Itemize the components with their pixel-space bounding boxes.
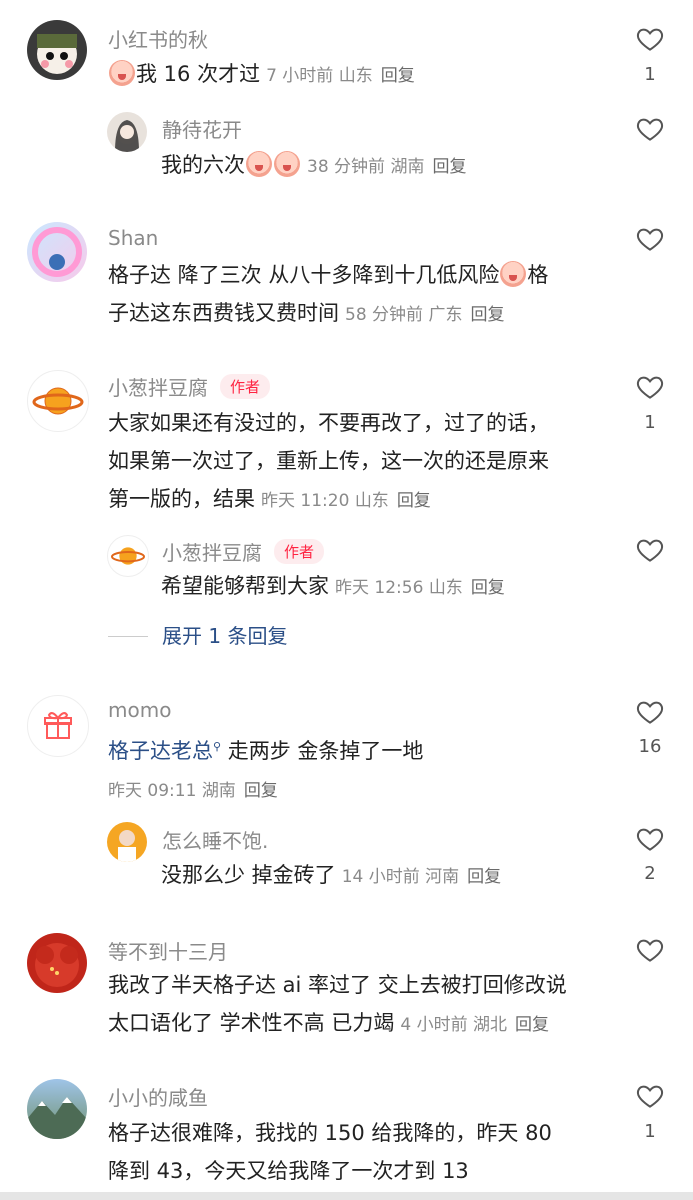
comment-text: 我改了半天格子达 ai 率过了 交上去被打回修改说 太口语化了 学术性不高 已力… <box>108 973 567 1035</box>
planet-icon <box>111 547 145 565</box>
username[interactable]: 等不到十三月 <box>108 936 228 965</box>
username[interactable]: Shan <box>108 226 158 250</box>
comment-meta: 4 小时前 湖北 回复 <box>400 1015 549 1035</box>
avatar[interactable] <box>27 933 87 993</box>
divider <box>108 636 148 637</box>
like-button[interactable] <box>634 697 666 731</box>
like-button[interactable] <box>634 224 666 258</box>
comment-meta: 昨天 12:56 山东 回复 <box>335 578 505 598</box>
reply-link[interactable]: 回复 <box>467 867 501 887</box>
reply-link[interactable]: 回复 <box>244 781 278 801</box>
reply-link[interactable]: 回复 <box>470 305 504 325</box>
username[interactable]: 静待花开 <box>162 114 242 143</box>
comment-text: 格子达老总⚲ 走两步 金条掉了一地 昨天 09:11 湖南 回复 <box>108 739 424 801</box>
crying-face-emoji-icon <box>109 60 135 86</box>
search-icon: ⚲ <box>213 740 222 753</box>
avatar[interactable] <box>27 20 87 80</box>
reply-link[interactable]: 回复 <box>381 66 415 86</box>
username[interactable]: 小葱拌豆腐 作者 <box>162 537 325 566</box>
mention-link[interactable]: 格子达老总⚲ <box>108 739 221 763</box>
avatar[interactable] <box>27 370 89 432</box>
comment-text: 格子达 降了三次 从八十多降到十几低风险格 子达这东西费钱又费时间 58 分钟前 … <box>108 261 549 325</box>
bottom-bar <box>0 1192 693 1200</box>
comment-meta: 昨天 09:11 湖南 回复 <box>108 781 278 801</box>
reply-link[interactable]: 回复 <box>397 491 431 511</box>
username[interactable]: 小小的咸鱼 <box>108 1082 208 1111</box>
comment-meta: 58 分钟前 广东 回复 <box>345 305 505 325</box>
heart-outline-icon <box>636 939 664 962</box>
expand-replies-link[interactable]: 展开 1 条回复 <box>108 620 287 649</box>
heart-outline-icon <box>636 701 664 724</box>
username[interactable]: momo <box>108 698 171 722</box>
comment-text: 我的六次 38 分钟前 湖南 回复 <box>161 151 467 177</box>
comment-meta: 14 小时前 河南 回复 <box>341 867 502 887</box>
like-button[interactable] <box>634 824 666 858</box>
like-count: 2 <box>644 863 656 884</box>
like-button[interactable] <box>634 935 666 969</box>
comment-meta: 38 分钟前 湖南 回复 <box>307 157 467 177</box>
username[interactable]: 小葱拌豆腐 作者 <box>108 372 271 401</box>
reply-link[interactable]: 回复 <box>432 157 466 177</box>
comment-meta: 7 小时前 山东 回复 <box>266 66 415 86</box>
like-count: 1 <box>644 412 656 433</box>
reply-link[interactable]: 回复 <box>471 578 505 598</box>
heart-outline-icon <box>636 1085 664 1108</box>
heart-outline-icon <box>636 539 664 562</box>
author-badge: 作者 <box>274 539 325 564</box>
author-badge: 作者 <box>220 374 271 399</box>
comment-text: 大家如果还有没过的，不要再改了，过了的话， 如果第一次过了，重新上传，这一次的还… <box>108 411 549 511</box>
comment-meta: 昨天 11:20 山东 回复 <box>261 491 431 511</box>
comment-text: 希望能够帮到大家 昨天 12:56 山东 回复 <box>161 574 505 598</box>
comment-text: 没那么少 掉金砖了 14 小时前 河南 回复 <box>161 863 502 887</box>
username[interactable]: 小红书的秋 <box>108 24 208 53</box>
avatar[interactable] <box>107 535 149 577</box>
heart-outline-icon <box>636 828 664 851</box>
crying-face-emoji-icon <box>246 151 272 177</box>
avatar[interactable] <box>107 112 147 152</box>
like-button[interactable] <box>634 24 666 58</box>
like-count: 1 <box>644 1121 656 1142</box>
avatar[interactable] <box>27 1079 87 1139</box>
gift-icon <box>44 712 72 739</box>
heart-outline-icon <box>636 28 664 51</box>
avatar[interactable] <box>27 695 89 757</box>
like-button[interactable] <box>634 535 666 569</box>
reply-link[interactable]: 回复 <box>515 1015 549 1035</box>
heart-outline-icon <box>636 376 664 399</box>
like-button[interactable] <box>634 114 666 148</box>
like-button[interactable] <box>634 1081 666 1115</box>
username[interactable]: 怎么睡不饱. <box>162 825 268 854</box>
like-button[interactable] <box>634 372 666 406</box>
avatar[interactable] <box>27 222 87 282</box>
heart-outline-icon <box>636 118 664 141</box>
heart-outline-icon <box>636 228 664 251</box>
crying-face-emoji-icon <box>274 151 300 177</box>
avatar[interactable] <box>107 822 147 862</box>
like-count: 16 <box>638 736 662 757</box>
crying-face-emoji-icon <box>500 261 527 287</box>
planet-icon <box>32 387 84 415</box>
like-count: 1 <box>644 64 656 85</box>
comment-text: 格子达很难降，我找的 150 给我降的，昨天 80 降到 43，今天又给我降了一… <box>108 1121 552 1183</box>
comment-text: 我 16 次才过 7 小时前 山东 回复 <box>108 55 608 95</box>
